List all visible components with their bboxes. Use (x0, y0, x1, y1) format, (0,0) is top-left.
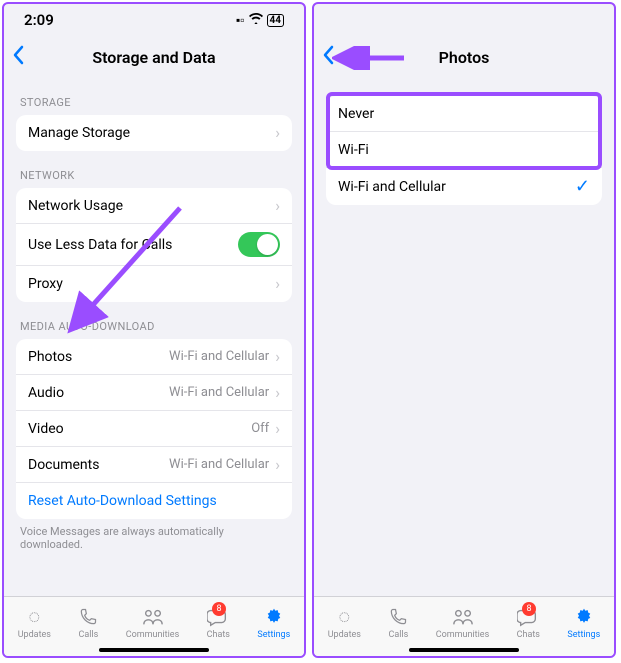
chevron-right-icon: › (275, 198, 280, 214)
row-option-wifi-cellular[interactable]: Wi-Fi and Cellular ✓ (326, 168, 602, 205)
screen-storage-and-data: 2:09 ▪▫ 44 Storage and Data STORAGE Mana… (2, 2, 306, 658)
chevron-right-icon: › (275, 421, 280, 437)
chevron-right-icon: › (275, 349, 280, 365)
row-option-wifi[interactable]: Wi-Fi (326, 132, 602, 168)
group-storage: Manage Storage › (16, 115, 292, 151)
nav-bar: Photos (314, 36, 614, 78)
toggle-use-less-data[interactable] (238, 232, 280, 257)
status-time: 2:09 (24, 11, 54, 29)
tab-bar: ◌ Updates Calls Communities 8 Chats (314, 596, 614, 656)
updates-icon: ◌ (338, 606, 350, 628)
content-area[interactable]: Never Wi-Fi Wi-Fi and Cellular ✓ (314, 78, 614, 596)
row-reset-auto-download[interactable]: Reset Auto-Download Settings (16, 483, 292, 519)
tab-calls[interactable]: Calls (388, 606, 408, 640)
chevron-right-icon: › (275, 125, 280, 141)
group-photo-options: Never Wi-Fi Wi-Fi and Cellular ✓ (326, 96, 602, 205)
tab-updates[interactable]: ◌ Updates (18, 606, 51, 640)
phone-icon (78, 606, 98, 628)
row-photos[interactable]: Photos Wi-Fi and Cellular › (16, 339, 292, 375)
row-audio[interactable]: Audio Wi-Fi and Cellular › (16, 375, 292, 411)
checkmark-icon: ✓ (575, 176, 590, 197)
battery-icon: 44 (267, 14, 284, 27)
status-bar: 2:09 ▪▫ 44 (4, 4, 304, 36)
tab-bar: ◌ Updates Calls Communities 8 Chats (4, 596, 304, 656)
tab-chats[interactable]: 8 Chats (207, 606, 230, 640)
row-proxy[interactable]: Proxy › (16, 266, 292, 302)
tab-communities[interactable]: Communities (126, 606, 179, 640)
gear-icon (264, 606, 284, 628)
content-area[interactable]: STORAGE Manage Storage › NETWORK Network… (4, 78, 304, 596)
phone-icon (388, 606, 408, 628)
chats-badge: 8 (522, 602, 536, 616)
tab-settings[interactable]: Settings (567, 606, 600, 640)
row-video[interactable]: Video Off › (16, 411, 292, 447)
section-footer-media: Voice Messages are always automatically … (16, 519, 292, 551)
wifi-icon (249, 13, 263, 27)
group-media: Photos Wi-Fi and Cellular › Audio Wi-Fi … (16, 339, 292, 519)
updates-icon: ◌ (28, 606, 40, 628)
tab-calls[interactable]: Calls (78, 606, 98, 640)
row-documents[interactable]: Documents Wi-Fi and Cellular › (16, 447, 292, 483)
communities-icon (142, 606, 164, 628)
communities-icon (452, 606, 474, 628)
row-network-usage[interactable]: Network Usage › (16, 188, 292, 224)
tab-communities[interactable]: Communities (436, 606, 489, 640)
home-indicator[interactable] (99, 648, 209, 652)
status-time (334, 11, 338, 29)
status-bar (314, 4, 614, 36)
page-title: Photos (439, 48, 490, 67)
home-indicator[interactable] (409, 648, 519, 652)
chats-badge: 8 (212, 602, 226, 616)
page-title: Storage and Data (92, 48, 215, 67)
gear-icon (574, 606, 594, 628)
back-button[interactable] (322, 45, 334, 69)
row-manage-storage[interactable]: Manage Storage › (16, 115, 292, 151)
row-use-less-data[interactable]: Use Less Data for Calls (16, 224, 292, 266)
group-network: Network Usage › Use Less Data for Calls … (16, 188, 292, 302)
section-header-storage: STORAGE (16, 78, 292, 115)
tab-updates[interactable]: ◌ Updates (328, 606, 361, 640)
tab-chats[interactable]: 8 Chats (517, 606, 540, 640)
section-header-media: MEDIA AUTO-DOWNLOAD (16, 302, 292, 339)
nav-bar: Storage and Data (4, 36, 304, 78)
section-header-network: NETWORK (16, 151, 292, 188)
screen-photos: Photos Never Wi-Fi Wi-Fi and Cellular ✓ … (312, 2, 616, 658)
back-button[interactable] (12, 45, 24, 69)
chevron-right-icon: › (275, 276, 280, 292)
status-icons (591, 13, 594, 27)
status-icons: ▪▫ 44 (236, 13, 284, 27)
signal-icon: ▪▫ (236, 13, 245, 27)
tab-settings[interactable]: Settings (257, 606, 290, 640)
row-option-never[interactable]: Never (326, 96, 602, 132)
chevron-right-icon: › (275, 457, 280, 473)
chevron-right-icon: › (275, 385, 280, 401)
